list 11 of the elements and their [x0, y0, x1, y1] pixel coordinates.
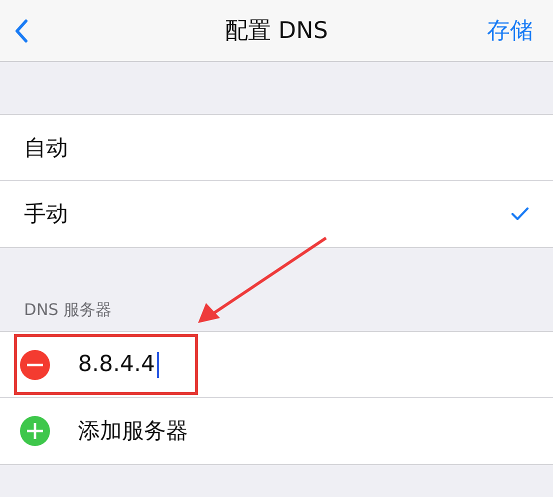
- add-server-label[interactable]: 添加服务器: [78, 416, 188, 446]
- nav-title: 配置 DNS: [225, 17, 328, 46]
- save-button[interactable]: 存储: [487, 15, 533, 46]
- mode-option[interactable]: 自动: [0, 115, 553, 181]
- server-address: 8.8.4.4: [78, 352, 155, 377]
- add-icon[interactable]: [20, 416, 50, 446]
- checkmark-icon: [511, 207, 529, 221]
- back-icon[interactable]: [14, 18, 28, 42]
- section-header: DNS 服务器: [24, 300, 112, 321]
- remove-icon[interactable]: [20, 350, 50, 380]
- mode-option[interactable]: 手动: [0, 181, 553, 247]
